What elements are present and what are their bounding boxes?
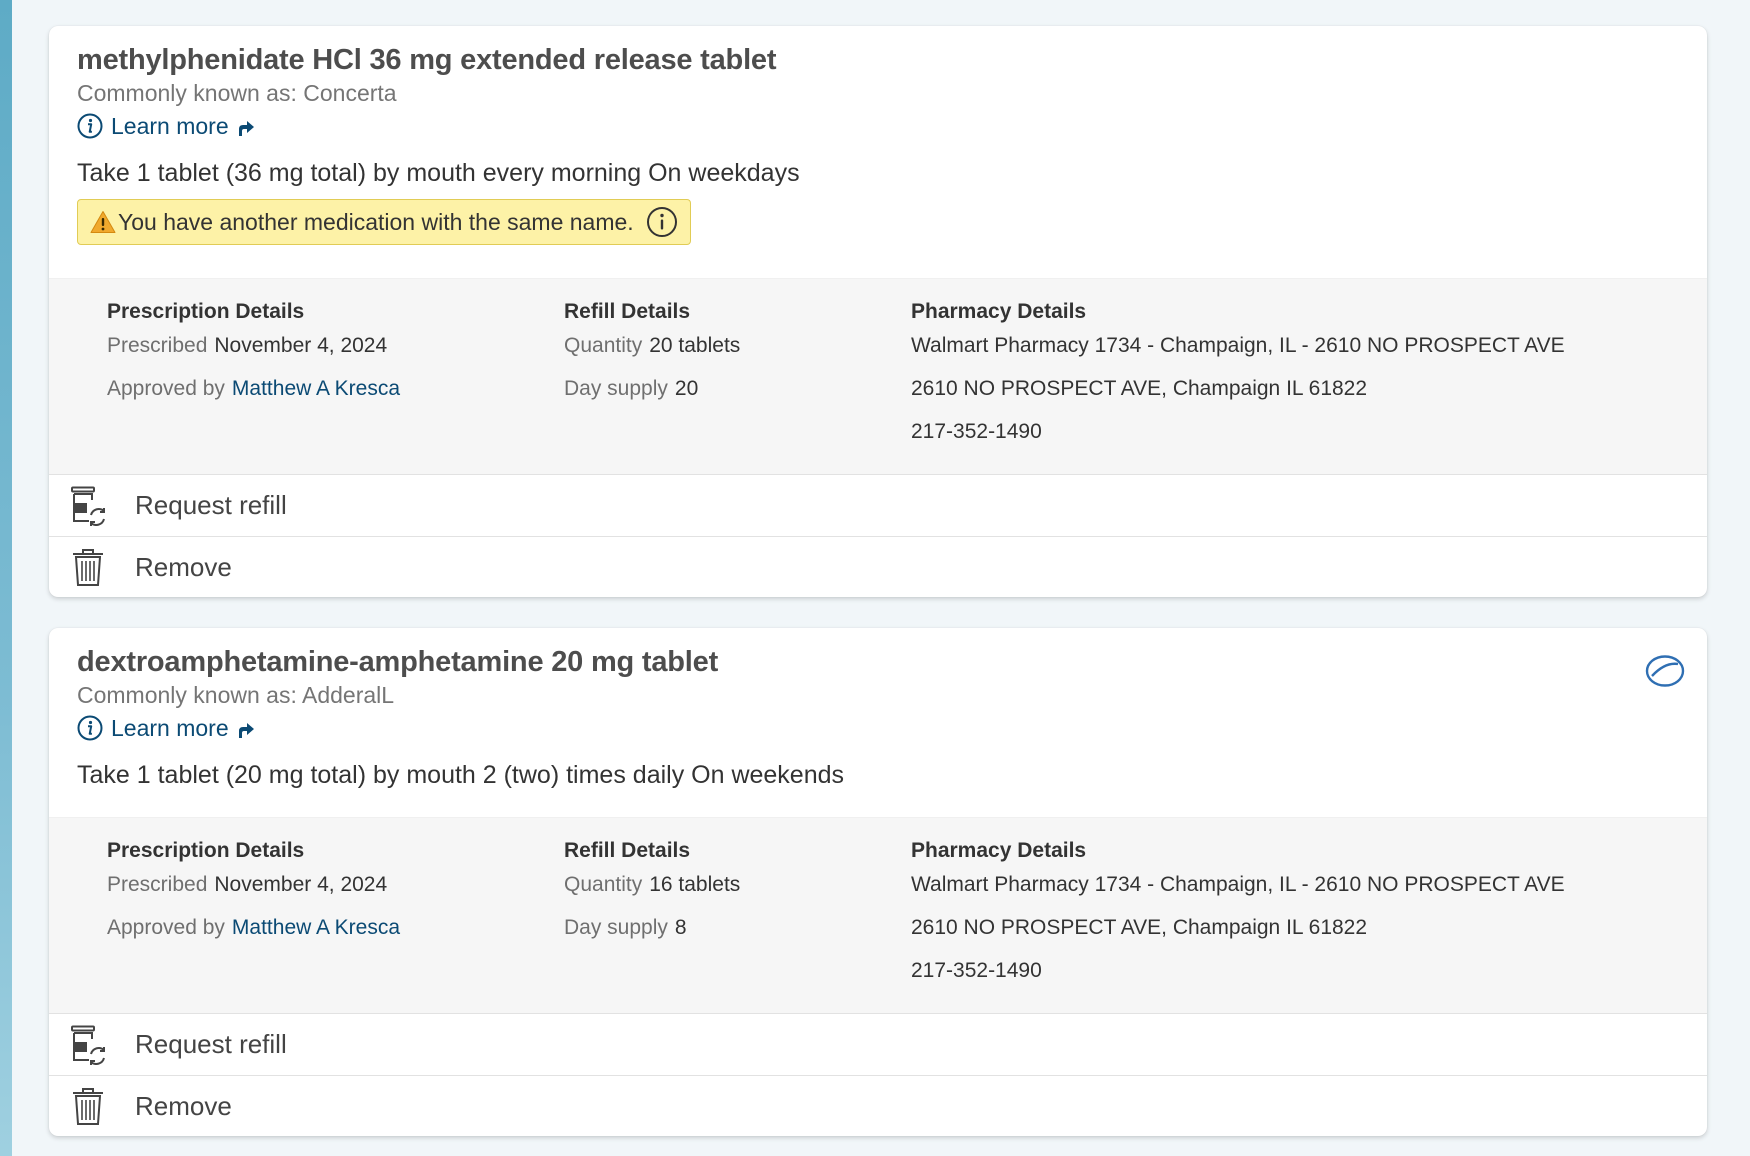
medication-details: Prescription Details Prescribed November … — [49, 817, 1707, 1014]
left-accent-strip — [0, 0, 12, 1156]
day-supply-row: Day supply 8 — [564, 913, 911, 943]
commonly-known-as: Commonly known as: Concerta — [77, 80, 397, 106]
day-supply-value: 20 — [674, 377, 699, 400]
pill-icon — [1645, 655, 1685, 687]
quantity-value: 20 tablets — [649, 334, 741, 357]
day-supply-label: Day supply — [564, 377, 668, 400]
medication-name: dextroamphetamine-amphetamine 20 mg tabl… — [77, 646, 719, 678]
pharmacy-phone: 217-352-1490 — [911, 959, 1042, 982]
dosage-instructions: Take 1 tablet (36 mg total) by mouth eve… — [77, 159, 800, 187]
medication-details: Prescription Details Prescribed November … — [49, 278, 1707, 475]
prescriber-link[interactable]: Matthew A Kresca — [232, 377, 400, 400]
request-refill-button[interactable]: Request refill — [49, 475, 1707, 536]
prescription-details-heading: Prescription Details — [107, 839, 305, 862]
approved-by-label: Approved by — [107, 916, 225, 939]
pharmacy-phone: 217-352-1490 — [911, 420, 1042, 443]
external-link-icon — [238, 121, 254, 136]
learn-more-link[interactable]: Learn more — [77, 109, 1679, 143]
pharmacy-name: Walmart Pharmacy 1734 - Champaign, IL - … — [911, 873, 1565, 896]
refill-details-heading: Refill Details — [564, 300, 691, 323]
request-refill-label: Request refill — [135, 1029, 287, 1059]
medication-card: dextroamphetamine-amphetamine 20 mg tabl… — [49, 628, 1707, 1136]
learn-more-label: Learn more — [111, 112, 229, 139]
prescribed-row: Prescribed November 4, 2024 — [107, 331, 564, 361]
refill-details: Refill Details Quantity 20 tablets Day su… — [564, 299, 911, 460]
info-icon — [77, 113, 103, 139]
warning-info-icon[interactable] — [646, 206, 678, 238]
prescription-details-heading: Prescription Details — [107, 300, 305, 323]
learn-more-link[interactable]: Learn more — [77, 711, 1679, 745]
day-supply-value: 8 — [674, 916, 687, 939]
pharmacy-details: Pharmacy Details Walmart Pharmacy 1734 -… — [911, 838, 1707, 999]
quantity-label: Quantity — [564, 873, 643, 896]
approved-by-row: Approved by Matthew A Kresca — [107, 913, 564, 943]
request-refill-label: Request refill — [135, 490, 287, 520]
commonly-known-as: Commonly known as: AdderalL — [77, 682, 395, 708]
warning-icon — [90, 211, 116, 233]
medication-header: methylphenidate HCl 36 mg extended relea… — [49, 26, 1707, 278]
pharmacy-address: 2610 NO PROSPECT AVE, Champaign IL 61822 — [911, 916, 1368, 939]
pharmacy-details-heading: Pharmacy Details — [911, 300, 1087, 323]
pharmacy-details-heading: Pharmacy Details — [911, 839, 1087, 862]
pharmacy-address: 2610 NO PROSPECT AVE, Champaign IL 61822 — [911, 377, 1368, 400]
refill-bottle-icon — [71, 1025, 105, 1065]
dosage-instructions: Take 1 tablet (20 mg total) by mouth 2 (… — [77, 761, 845, 789]
trash-icon — [73, 549, 103, 586]
refill-details-heading: Refill Details — [564, 839, 691, 862]
learn-more-label: Learn more — [111, 714, 229, 741]
quantity-row: Quantity 20 tablets — [564, 331, 911, 361]
approved-by-label: Approved by — [107, 377, 225, 400]
prescriber-link[interactable]: Matthew A Kresca — [232, 916, 400, 939]
remove-button[interactable]: Remove — [49, 536, 1707, 597]
pharmacy-name: Walmart Pharmacy 1734 - Champaign, IL - … — [911, 334, 1565, 357]
info-icon — [77, 715, 103, 741]
medication-header: dextroamphetamine-amphetamine 20 mg tabl… — [49, 628, 1707, 817]
prescribed-date: November 4, 2024 — [214, 873, 388, 896]
external-link-icon — [238, 723, 254, 738]
approved-by-row: Approved by Matthew A Kresca — [107, 374, 564, 404]
day-supply-row: Day supply 20 — [564, 374, 911, 404]
trash-icon — [73, 1088, 103, 1125]
prescription-details: Prescription Details Prescribed November … — [107, 299, 564, 460]
remove-button[interactable]: Remove — [49, 1075, 1707, 1136]
remove-label: Remove — [135, 551, 232, 582]
quantity-label: Quantity — [564, 334, 643, 357]
remove-label: Remove — [135, 1090, 232, 1121]
quantity-row: Quantity 16 tablets — [564, 870, 911, 900]
prescription-details: Prescription Details Prescribed November … — [107, 838, 564, 999]
quantity-value: 16 tablets — [649, 873, 741, 896]
medication-card: methylphenidate HCl 36 mg extended relea… — [49, 26, 1707, 597]
pharmacy-details: Pharmacy Details Walmart Pharmacy 1734 -… — [911, 299, 1707, 460]
day-supply-label: Day supply — [564, 916, 668, 939]
warning-text: You have another medication with the sam… — [118, 208, 634, 235]
prescribed-row: Prescribed November 4, 2024 — [107, 870, 564, 900]
refill-details: Refill Details Quantity 16 tablets Day su… — [564, 838, 911, 999]
request-refill-button[interactable]: Request refill — [49, 1014, 1707, 1075]
prescribed-label: Prescribed — [107, 334, 208, 357]
prescribed-date: November 4, 2024 — [214, 334, 388, 357]
refill-bottle-icon — [71, 486, 105, 526]
duplicate-medication-warning: You have another medication with the sam… — [77, 199, 691, 245]
prescribed-label: Prescribed — [107, 873, 208, 896]
medication-name: methylphenidate HCl 36 mg extended relea… — [77, 44, 777, 76]
